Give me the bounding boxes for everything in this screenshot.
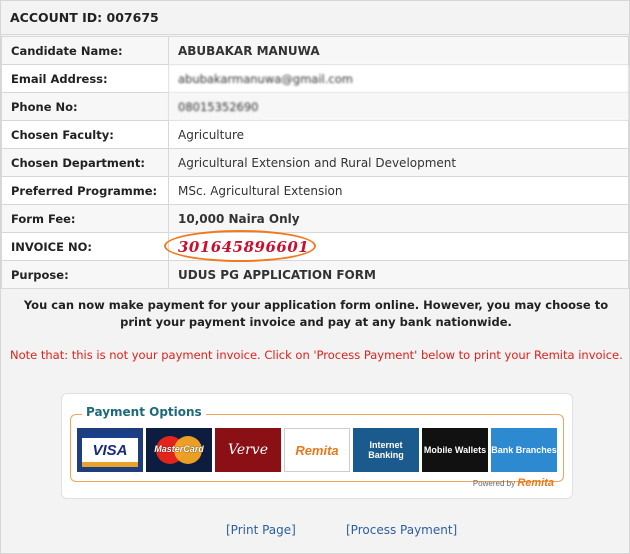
table-row: Preferred Programme: MSc. Agricultural E…	[1, 176, 629, 205]
visa-logo: VISA	[77, 428, 143, 472]
mobile-wallets-label: Mobile Wallets	[423, 445, 487, 455]
table-row: Phone No: 08015352690	[1, 92, 629, 121]
table-row: INVOICE NO: 301645896601	[1, 232, 629, 261]
mobile-wallets-logo: Mobile Wallets	[422, 428, 488, 472]
bank-branches-logo: Bank Branches	[491, 428, 557, 472]
form-fee-value: 10,000 Naira Only	[168, 204, 629, 233]
invoice-note: Note that: this is not your payment invo…	[10, 348, 623, 362]
row-label: Purpose:	[1, 260, 169, 289]
invoice-panel: ACCOUNT ID: 007675 Candidate Name: ABUBA…	[0, 0, 630, 554]
mastercard-label: MasterCard	[154, 444, 204, 454]
invoice-number: 301645896601	[178, 237, 310, 256]
row-label: Candidate Name:	[1, 36, 169, 65]
row-label: Chosen Faculty:	[1, 120, 169, 149]
table-row: Chosen Department: Agricultural Extensio…	[1, 148, 629, 177]
phone-value: 08015352690	[168, 92, 629, 121]
internet-banking-label: Internet Banking	[368, 440, 404, 460]
row-label: Phone No:	[1, 92, 169, 121]
payment-options-box: Payment Options VISA MasterCard Verve Re…	[61, 393, 573, 499]
department-value: Agricultural Extension and Rural Develop…	[168, 148, 629, 177]
purpose-value: UDUS PG APPLICATION FORM	[168, 260, 629, 289]
account-id: 007675	[106, 10, 159, 25]
candidate-name-value: ABUBAKAR MANUWA	[168, 36, 629, 65]
row-label: Form Fee:	[1, 204, 169, 233]
row-label: Email Address:	[1, 64, 169, 93]
visa-label: VISA	[92, 441, 128, 459]
table-row: Candidate Name: ABUBAKAR MANUWA	[1, 36, 629, 65]
powered-by-label: Powered by	[472, 479, 516, 488]
row-label: INVOICE NO:	[1, 232, 169, 261]
mastercard-logo: MasterCard	[146, 428, 212, 472]
account-label: ACCOUNT ID:	[10, 10, 103, 25]
email-value: abubakarmanuwa@gmail.com	[168, 64, 629, 93]
remita-brand: Remita	[517, 477, 554, 489]
account-header: ACCOUNT ID: 007675	[1, 1, 629, 35]
powered-by: Powered by Remita	[473, 477, 554, 489]
payment-instructions: You can now make payment for your applic…	[23, 298, 609, 329]
table-row: Form Fee: 10,000 Naira Only	[1, 204, 629, 233]
verve-logo: Verve	[215, 428, 281, 472]
applicant-details-table: Candidate Name: ABUBAKAR MANUWA Email Ad…	[1, 36, 629, 289]
verve-label: Verve	[228, 442, 268, 458]
payment-options-title: Payment Options	[82, 405, 206, 419]
table-row: Purpose: UDUS PG APPLICATION FORM	[1, 260, 629, 289]
remita-logo: Remita	[284, 428, 350, 472]
bank-branches-label: Bank Branches	[491, 445, 557, 455]
programme-value: MSc. Agricultural Extension	[168, 176, 629, 205]
faculty-value: Agriculture	[168, 120, 629, 149]
row-label: Chosen Department:	[1, 148, 169, 177]
process-payment-link[interactable]: [Process Payment]	[346, 523, 457, 537]
invoice-number-cell: 301645896601	[168, 232, 629, 261]
row-label: Preferred Programme:	[1, 176, 169, 205]
table-row: Chosen Faculty: Agriculture	[1, 120, 629, 149]
internet-banking-logo: Internet Banking	[353, 428, 419, 472]
remita-label: Remita	[295, 442, 339, 458]
table-row: Email Address: abubakarmanuwa@gmail.com	[1, 64, 629, 93]
print-page-link[interactable]: [Print Page]	[226, 523, 296, 537]
